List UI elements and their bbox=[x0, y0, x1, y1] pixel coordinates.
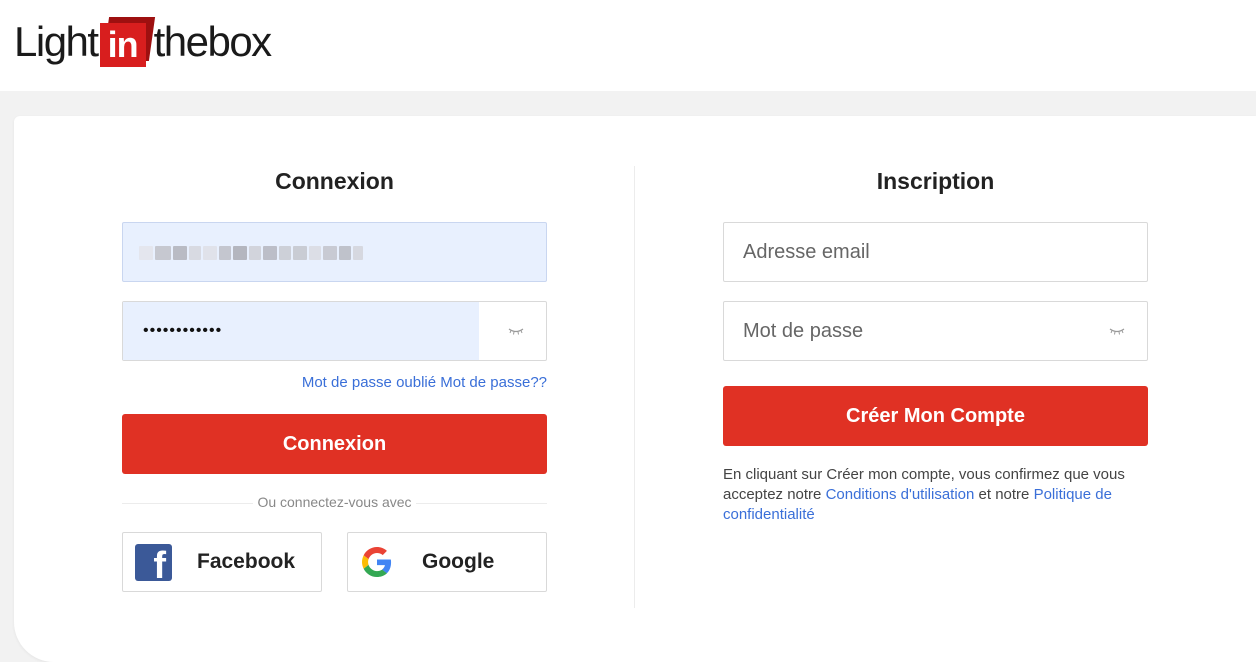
password-value: •••••••••••• bbox=[143, 322, 223, 339]
register-password-placeholder: Mot de passe bbox=[743, 320, 864, 342]
column-divider bbox=[634, 166, 635, 608]
google-login-button[interactable]: Google bbox=[347, 532, 547, 592]
google-icon bbox=[362, 547, 392, 577]
login-email-input[interactable] bbox=[122, 222, 547, 282]
register-email-placeholder: Adresse email bbox=[743, 241, 870, 263]
logo-box-icon: in bbox=[99, 17, 155, 67]
login-title: Connexion bbox=[275, 168, 394, 194]
logo-text-left: Light bbox=[14, 18, 99, 65]
site-header: Light in thebox bbox=[0, 0, 1256, 91]
social-divider-label: Ou connectez-vous avec bbox=[122, 494, 547, 510]
logo-box-text: in bbox=[107, 24, 139, 65]
logo[interactable]: Light in thebox bbox=[14, 14, 273, 70]
masked-email-value bbox=[139, 239, 379, 267]
login-password-input[interactable]: •••••••••••• bbox=[122, 301, 547, 361]
login-button[interactable]: Connexion bbox=[122, 414, 547, 474]
logo-text-right: thebox bbox=[153, 18, 273, 65]
eye-closed-icon[interactable] bbox=[508, 327, 524, 335]
eye-closed-icon[interactable] bbox=[1109, 327, 1125, 335]
terms-notice: En cliquant sur Créer mon compte, vous c… bbox=[723, 465, 1148, 525]
register-email-input[interactable]: Adresse email bbox=[723, 222, 1148, 282]
facebook-icon: f bbox=[135, 544, 172, 585]
register-title: Inscription bbox=[876, 168, 995, 194]
google-label: Google bbox=[422, 550, 495, 573]
forgot-password-link[interactable]: Mot de passe oublié Mot de passe?? bbox=[122, 374, 547, 391]
terms-text-middle: et notre bbox=[974, 486, 1034, 503]
create-account-button[interactable]: Créer Mon Compte bbox=[723, 386, 1148, 446]
register-password-input[interactable]: Mot de passe bbox=[723, 301, 1148, 361]
facebook-label: Facebook bbox=[197, 550, 296, 573]
terms-of-use-link[interactable]: Conditions d'utilisation bbox=[826, 486, 975, 503]
facebook-login-button[interactable]: f Facebook bbox=[122, 532, 322, 592]
auth-card: Connexion •••••••••••• Mot de passe oubl… bbox=[14, 116, 1256, 662]
